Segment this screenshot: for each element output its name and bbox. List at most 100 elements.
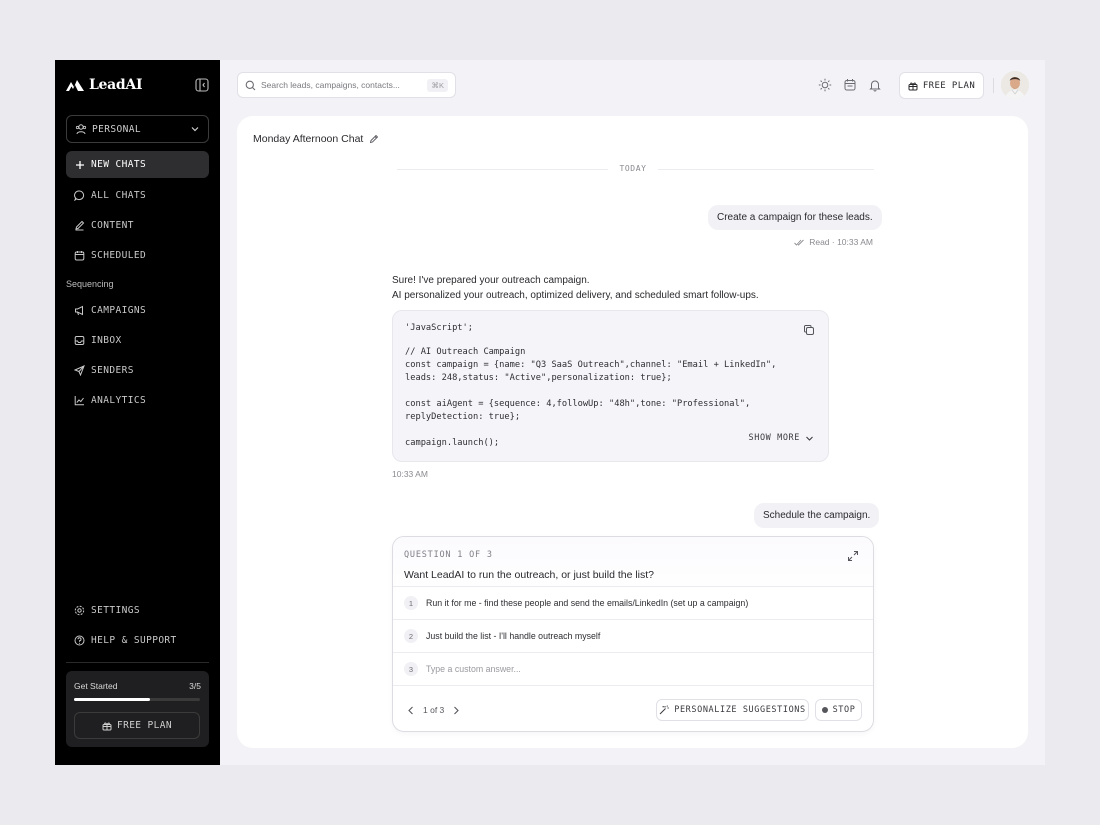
- avatar[interactable]: [1001, 71, 1029, 99]
- pencil-icon: [75, 220, 85, 230]
- custom-answer-placeholder[interactable]: Type a custom answer...: [426, 664, 521, 674]
- sun-icon[interactable]: [818, 78, 832, 92]
- sidebar-item-label: CAMPAIGNS: [91, 304, 147, 316]
- sidebar-item-content[interactable]: CONTENT: [74, 217, 134, 233]
- assistant-line: Sure! I've prepared your outreach campai…: [392, 275, 590, 286]
- question-card: QUESTION 1 OF 3 Want LeadAI to run the o…: [392, 536, 874, 732]
- answer-option-2[interactable]: 2 Just build the list - I'll handle outr…: [393, 619, 873, 652]
- calendar-icon[interactable]: [843, 78, 857, 92]
- read-receipt: Read · 10:33 AM: [794, 237, 873, 247]
- sidebar-item-settings[interactable]: SETTINGS: [74, 602, 140, 618]
- sidebar-item-label: HELP & SUPPORT: [91, 634, 177, 646]
- stop-button[interactable]: STOP: [815, 699, 862, 721]
- chevron-down-icon: [806, 436, 813, 441]
- personalize-suggestions-button[interactable]: PERSONALIZE SUGGESTIONS: [656, 699, 809, 721]
- sequencing-section-label: Sequencing: [66, 279, 114, 289]
- gift-icon: [908, 82, 918, 90]
- answer-option-1[interactable]: 1 Run it for me - find these people and …: [393, 586, 873, 619]
- chat-title: Monday Afternoon Chat: [253, 133, 379, 145]
- get-started-label: Get Started: [74, 681, 118, 691]
- gift-icon: [102, 722, 112, 730]
- collapse-sidebar-icon[interactable]: [195, 78, 209, 92]
- sidebar-item-senders[interactable]: SENDERS: [74, 362, 134, 378]
- search-input[interactable]: Search leads, campaigns, contacts...: [261, 80, 400, 90]
- sidebar-item-all-chats[interactable]: ALL CHATS: [74, 187, 146, 203]
- assistant-line: AI personalized your outreach, optimized…: [392, 290, 759, 301]
- brand-name: LeadAI: [89, 77, 143, 93]
- sidebar-item-analytics[interactable]: ANALYTICS: [74, 392, 146, 408]
- user-avatar-image: [1001, 71, 1029, 99]
- megaphone-icon: [75, 305, 83, 315]
- sidebar-item-inbox[interactable]: INBOX: [74, 332, 122, 348]
- sidebar-item-campaigns[interactable]: CAMPAIGNS: [74, 302, 146, 318]
- stop-icon: [821, 707, 828, 713]
- option-text: Just build the list - I'll handle outrea…: [426, 631, 601, 641]
- stop-label: STOP: [832, 705, 856, 715]
- copy-icon[interactable]: [803, 324, 815, 336]
- sidebar-item-label: SCHEDULED: [91, 249, 147, 261]
- plan-label: FREE PLAN: [116, 720, 173, 731]
- shortcut-hint: ⌘K: [427, 78, 448, 92]
- chat-title-text: Monday Afternoon Chat: [253, 133, 364, 145]
- question-header-bg: [393, 537, 873, 593]
- pager-label: 1 of 3: [423, 705, 445, 715]
- calendar-icon: [74, 250, 85, 260]
- progress-bar: [74, 698, 200, 701]
- search-bar[interactable]: Search leads, campaigns, contacts... ⌘K: [237, 72, 456, 98]
- workspace-selector[interactable]: PERSONAL: [66, 115, 209, 143]
- expand-icon[interactable]: [847, 550, 859, 562]
- workspace-label: PERSONAL: [92, 123, 141, 135]
- sidebar-item-label: ALL CHATS: [91, 189, 147, 201]
- user-message: Create a campaign for these leads.: [708, 205, 882, 230]
- option-number: 1: [404, 596, 418, 610]
- bell-icon[interactable]: [868, 78, 882, 92]
- magic-wand-icon: [659, 705, 670, 715]
- chevron-left-icon[interactable]: [407, 706, 415, 715]
- top-free-plan-button[interactable]: FREE PLAN: [899, 72, 984, 99]
- read-status: Read · 10:33 AM: [809, 237, 873, 247]
- plan-label: FREE PLAN: [922, 80, 976, 91]
- code-block: 'JavaScript'; // AI Outreach Campaign co…: [392, 310, 829, 462]
- code-line: const aiAgent = {sequence: 4,followUp: "…: [405, 399, 751, 409]
- code-line: const campaign = {name: "Q3 SaaS Outreac…: [405, 360, 777, 370]
- show-more-label: SHOW MORE: [748, 433, 800, 443]
- sidebar: LeadAI PERSONAL NEW CHATS ALL CHATS CONT…: [55, 60, 220, 765]
- code-line: replyDetection: true};: [405, 412, 521, 422]
- help-icon: [74, 635, 85, 645]
- inbox-icon: [74, 335, 85, 345]
- chat-bubble-icon: [74, 190, 85, 201]
- message-timestamp: 10:33 AM: [392, 469, 428, 479]
- get-started-card: Get Started 3/5 FREE PLAN: [66, 671, 209, 747]
- logo-icon: [66, 80, 84, 91]
- new-chat-label: NEW CHATS: [91, 159, 147, 170]
- code-line: leads: 248,status: "Active",personalizat…: [405, 373, 672, 383]
- question-footer: 1 of 3 PERSONALIZE SUGGESTIONS STOP: [393, 685, 873, 731]
- free-plan-button[interactable]: FREE PLAN: [74, 712, 200, 739]
- progress-fill: [74, 698, 150, 701]
- sidebar-item-help[interactable]: HELP & SUPPORT: [74, 632, 177, 648]
- chevron-down-icon: [191, 127, 199, 132]
- send-icon: [74, 364, 85, 376]
- chevron-right-icon[interactable]: [452, 706, 460, 715]
- brand-logo[interactable]: LeadAI: [66, 77, 143, 93]
- sidebar-divider: [66, 662, 209, 663]
- user-group-icon: [75, 124, 87, 135]
- search-icon: [245, 80, 256, 90]
- app-window: LeadAI PERSONAL NEW CHATS ALL CHATS CONT…: [55, 60, 1045, 765]
- sidebar-item-label: SETTINGS: [91, 604, 140, 616]
- chart-icon: [74, 395, 84, 405]
- option-text: Run it for me - find these people and se…: [426, 598, 749, 608]
- sidebar-item-label: ANALYTICS: [91, 394, 147, 406]
- show-more-button[interactable]: SHOW MORE: [749, 433, 814, 443]
- sidebar-item-label: CONTENT: [91, 219, 134, 231]
- code-line: campaign.launch();: [405, 438, 500, 448]
- assistant-message: Sure! I've prepared your outreach campai…: [392, 273, 759, 303]
- custom-answer-input[interactable]: 3 Type a custom answer...: [393, 652, 873, 685]
- double-check-icon: [794, 239, 805, 246]
- new-chat-button[interactable]: NEW CHATS: [66, 151, 209, 178]
- sidebar-item-scheduled[interactable]: SCHEDULED: [74, 247, 146, 263]
- edit-icon[interactable]: [369, 134, 379, 144]
- chat-panel: Monday Afternoon Chat TODAY Create a cam…: [237, 116, 1028, 748]
- option-number: 3: [404, 662, 418, 676]
- sidebar-item-label: SENDERS: [91, 364, 134, 376]
